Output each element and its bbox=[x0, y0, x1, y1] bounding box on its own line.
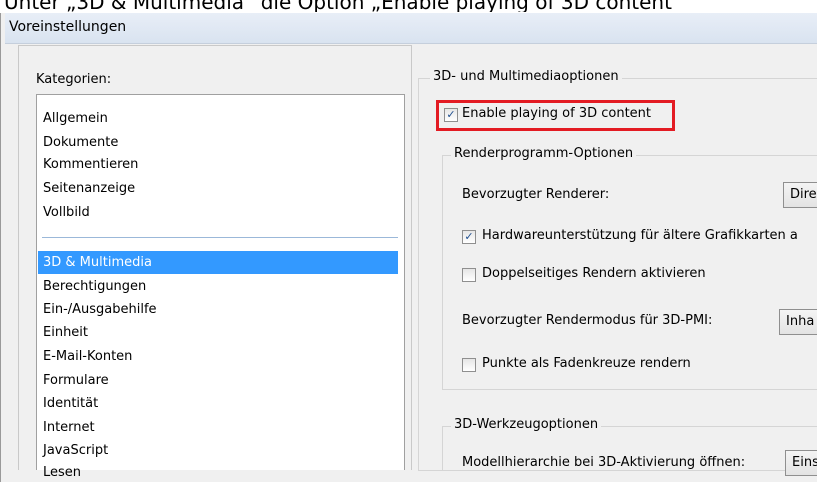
category-item-lesen[interactable]: Lesen bbox=[43, 461, 398, 484]
category-item-internet[interactable]: Internet bbox=[43, 416, 398, 439]
category-item-einheit[interactable]: Einheit bbox=[43, 321, 398, 344]
category-item-vollbild[interactable]: Vollbild bbox=[43, 201, 398, 224]
double-sided-label[interactable]: Doppelseitiges Rendern aktivieren bbox=[482, 266, 706, 281]
category-item-seitenanzeige[interactable]: Seitenanzeige bbox=[43, 177, 398, 200]
category-item-3d-multimedia[interactable]: 3D & Multimedia bbox=[38, 251, 398, 274]
category-item-javascript[interactable]: JavaScript bbox=[43, 439, 398, 462]
hw-support-label[interactable]: Hardwareunterstützung für ältere Grafikk… bbox=[482, 228, 798, 243]
preferred-renderer-label: Bevorzugter Renderer: bbox=[462, 187, 610, 202]
pmi-mode-label: Bevorzugter Rendermodus für 3D-PMI: bbox=[462, 313, 713, 328]
points-crosshair-checkbox[interactable] bbox=[462, 358, 476, 372]
categories-listbox[interactable]: Allgemein Dokumente Kommentieren Seitena… bbox=[36, 94, 405, 480]
multimedia-options-title: 3D- und Multimediaoptionen bbox=[430, 69, 622, 84]
model-hierarchy-label: Modellhierarchie bei 3D-Aktivierung öffn… bbox=[462, 455, 746, 470]
category-item-identitaet[interactable]: Identität bbox=[43, 392, 398, 415]
list-separator bbox=[42, 237, 398, 238]
category-item-dokumente[interactable]: Dokumente bbox=[43, 131, 398, 154]
category-item-ein-ausgabehilfe[interactable]: Ein-/Ausgabehilfe bbox=[43, 298, 398, 321]
pmi-mode-select[interactable]: Inha bbox=[779, 309, 817, 335]
hw-support-checkbox[interactable]: ✓ bbox=[462, 230, 476, 244]
category-item-allgemein[interactable]: Allgemein bbox=[43, 107, 398, 130]
points-crosshair-label[interactable]: Punkte als Fadenkreuze rendern bbox=[482, 356, 691, 371]
model-hierarchy-select[interactable]: Eins bbox=[785, 450, 817, 476]
category-item-kommentieren[interactable]: Kommentieren bbox=[43, 153, 398, 176]
window-title: Voreinstellungen bbox=[9, 19, 127, 35]
options-panel: 3D- und Multimediaoptionen ✓ Enable play… bbox=[418, 45, 817, 476]
tutorial-caption: Unter „3D & Multimedia“ die Option „Enab… bbox=[4, 0, 683, 12]
double-sided-checkbox[interactable] bbox=[462, 268, 476, 282]
category-item-berechtigungen[interactable]: Berechtigungen bbox=[43, 275, 398, 298]
category-item-email-konten[interactable]: E-Mail-Konten bbox=[43, 345, 398, 368]
enable-3d-label[interactable]: Enable playing of 3D content bbox=[462, 106, 651, 121]
categories-label: Kategorien: bbox=[36, 72, 112, 87]
tool-options-title: 3D-Werkzeugoptionen bbox=[451, 417, 602, 432]
preferred-renderer-select[interactable]: Dire bbox=[783, 182, 817, 208]
enable-3d-checkbox[interactable]: ✓ bbox=[444, 108, 458, 122]
render-options-title: Renderprogramm-Optionen bbox=[451, 146, 637, 161]
title-bar: Voreinstellungen bbox=[5, 13, 817, 44]
category-item-formulare[interactable]: Formulare bbox=[43, 369, 398, 392]
